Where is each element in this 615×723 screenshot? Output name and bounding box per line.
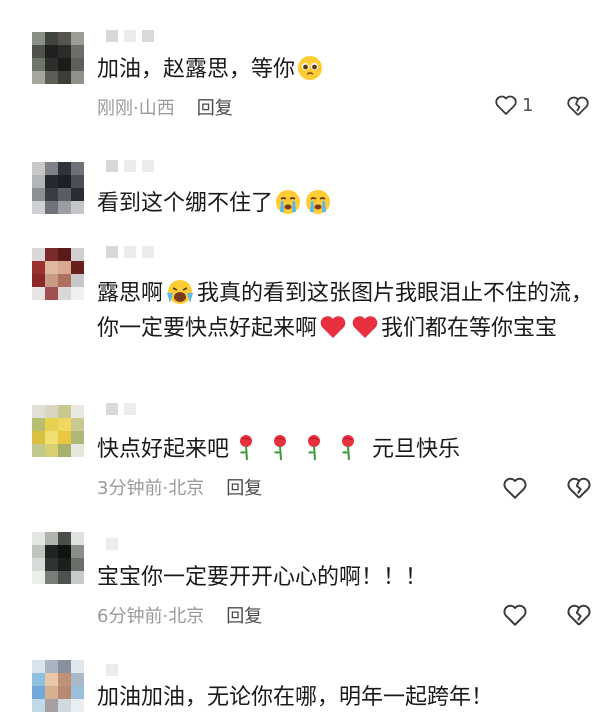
comment-text: 加油加油，无论你在哪，明年一起跨年！ [97,685,494,710]
pleading-face-emoji [298,56,323,80]
rose-emoji [240,435,253,461]
timestamp: 刚刚 [97,98,133,119]
like-button[interactable] [502,476,528,500]
avatar[interactable] [32,532,84,584]
comment-text: 看到这个绷不住了 [97,186,602,221]
red-heart-emoji [320,316,346,338]
heart-outline-icon [495,95,517,115]
username-masked[interactable] [106,246,154,258]
reply-button[interactable]: 回复 [197,98,233,119]
rose-emoji [274,435,287,461]
broken-heart-icon[interactable] [566,95,590,117]
location: 北京 [168,478,205,499]
avatar[interactable] [32,660,84,712]
like-count: 1 [522,94,534,116]
username-masked[interactable] [106,403,136,415]
crying-face-emoji [276,190,301,214]
like-button[interactable] [502,603,528,627]
username-masked[interactable] [106,538,118,550]
reply-button[interactable]: 回复 [226,478,262,499]
location: 北京 [168,606,205,627]
avatar[interactable] [32,248,84,300]
location: 山西 [138,98,175,119]
broken-heart-icon[interactable] [566,476,592,500]
comment-text: 快点好起来吧 元旦快乐 [97,432,602,467]
username-masked[interactable] [106,160,154,172]
broken-heart-icon[interactable] [566,603,592,627]
comment-text: 宝宝你一定要开开心心的啊！！！ [97,565,428,590]
heart-outline-icon [503,477,527,499]
reply-button[interactable]: 回复 [226,606,262,627]
heart-outline-icon [503,604,527,626]
rose-emoji [342,435,355,461]
crying-face-emoji [167,280,194,304]
comment-meta: 刚刚·山西 回复 [97,98,233,119]
username-masked[interactable] [106,30,154,42]
avatar[interactable] [32,32,84,84]
crying-face-emoji [306,190,331,214]
username-masked[interactable] [106,664,118,676]
red-heart-emoji [352,316,378,338]
like-button[interactable]: 1 [494,94,533,116]
timestamp: 6分钟前 [97,606,163,627]
timestamp: 3分钟前 [97,478,163,499]
avatar[interactable] [32,162,84,214]
avatar[interactable] [32,405,84,457]
rose-emoji [308,435,321,461]
comment-text: 露思啊 我真的看到这张图片我眼泪止不住的流，你一定要快点好起来啊 我们都在等你宝宝 [97,280,594,341]
comment-text: 加油，赵露思，等你 [97,52,602,87]
comment-meta: 6分钟前·北京 回复 [97,606,263,627]
comment-meta: 3分钟前·北京 回复 [97,478,263,499]
